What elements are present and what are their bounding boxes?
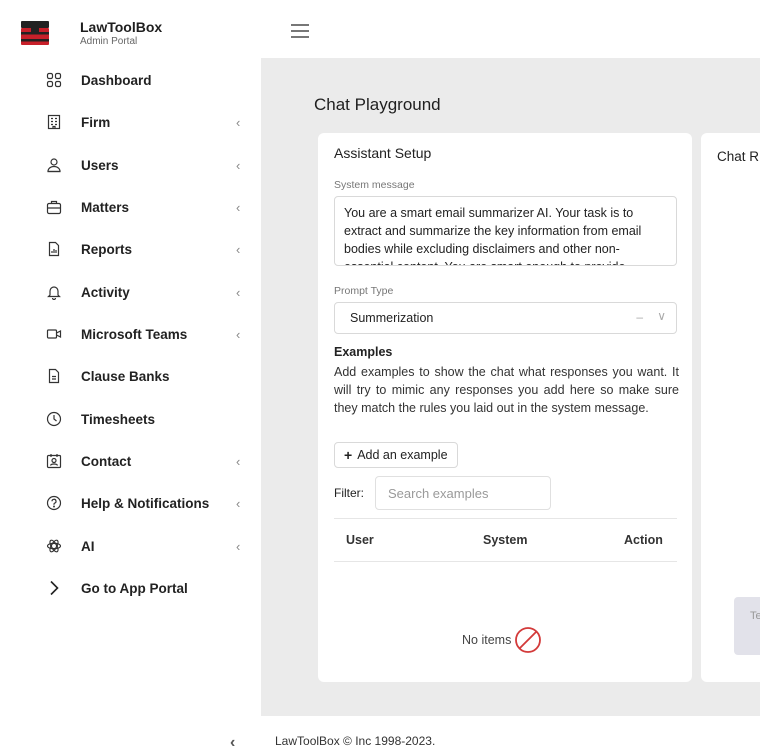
sidebar-item-label: Contact bbox=[81, 453, 132, 469]
examples-description: Add examples to show the chat what respo… bbox=[334, 365, 679, 415]
sidebar-item-label: Activity bbox=[81, 284, 130, 300]
sidebar-item-microsoft-teams[interactable]: Microsoft Teams ‹ bbox=[0, 316, 261, 352]
video-icon bbox=[46, 326, 62, 342]
empty-state: No items bbox=[462, 626, 542, 654]
chevron-left-icon: ‹ bbox=[236, 114, 241, 130]
sidebar-item-label: Dashboard bbox=[81, 72, 152, 88]
footer-copyright: LawToolBox © Inc 1998-2023. bbox=[275, 734, 436, 748]
toolbox-logo-icon bbox=[21, 21, 49, 45]
sidebar-item-help-notifications[interactable]: Help & Notifications ‹ bbox=[0, 485, 261, 521]
contact-card-icon bbox=[46, 453, 62, 469]
sidebar-item-dashboard[interactable]: Dashboard bbox=[0, 62, 261, 98]
column-header-system[interactable]: System bbox=[483, 533, 527, 547]
main-content: Chat Playground Assistant Setup System m… bbox=[261, 58, 760, 716]
sidebar: LawToolBox Admin Portal Dashboard Firm ‹… bbox=[0, 0, 261, 754]
chevron-left-icon: ‹ bbox=[236, 495, 241, 511]
page-title: Chat Playground bbox=[314, 95, 441, 114]
brand[interactable]: LawToolBox Admin Portal bbox=[20, 13, 162, 53]
column-header-user[interactable]: User bbox=[346, 533, 374, 547]
chat-result-title: Chat R bbox=[717, 149, 760, 164]
prompt-type-label: Prompt Type bbox=[334, 285, 394, 297]
chat-result-card: Chat R Te bbox=[701, 133, 760, 682]
system-message-textarea[interactable]: You are a smart email summarizer AI. You… bbox=[334, 196, 677, 266]
search-examples-input[interactable] bbox=[375, 476, 551, 510]
hamburger-menu-icon[interactable] bbox=[291, 24, 309, 38]
column-header-action[interactable]: Action bbox=[624, 533, 663, 547]
prompt-type-value: Summerization bbox=[350, 311, 434, 325]
chevron-left-icon: ‹ bbox=[236, 157, 241, 173]
sidebar-item-label: Reports bbox=[81, 241, 133, 257]
sidebar-item-label: Firm bbox=[81, 114, 111, 130]
top-bar bbox=[261, 0, 760, 58]
no-items-icon bbox=[515, 627, 542, 653]
sidebar-item-clause-banks[interactable]: Clause Banks bbox=[0, 358, 261, 394]
sidebar-item-label: Microsoft Teams bbox=[81, 326, 188, 342]
chevron-left-icon: ‹ bbox=[236, 453, 241, 469]
sidebar-item-matters[interactable]: Matters ‹ bbox=[0, 189, 261, 225]
briefcase-icon bbox=[46, 199, 62, 215]
sidebar-item-go-to-app-portal[interactable]: Go to App Portal bbox=[0, 570, 261, 606]
assistant-setup-card: Assistant Setup System message You are a… bbox=[318, 133, 692, 682]
empty-state-text: No items bbox=[462, 633, 512, 647]
sidebar-item-label: AI bbox=[81, 538, 95, 554]
sidebar-item-label: Timesheets bbox=[81, 411, 156, 427]
sidebar-item-label: Clause Banks bbox=[81, 368, 170, 384]
filter-label: Filter: bbox=[334, 486, 364, 500]
system-message-label: System message bbox=[334, 179, 415, 191]
users-icon bbox=[46, 157, 62, 173]
chevron-left-icon: ‹ bbox=[236, 284, 241, 300]
report-icon bbox=[46, 241, 62, 257]
sidebar-item-timesheets[interactable]: Timesheets bbox=[0, 401, 261, 437]
clock-icon bbox=[46, 411, 62, 427]
chevron-right-icon bbox=[46, 580, 62, 596]
chevron-left-icon: ‹ bbox=[236, 538, 241, 554]
plus-icon: + bbox=[344, 447, 353, 463]
add-example-button[interactable]: + Add an example bbox=[334, 442, 458, 468]
dashboard-icon bbox=[46, 72, 62, 88]
sidebar-collapse-button[interactable]: ‹ bbox=[230, 734, 235, 752]
bell-icon bbox=[46, 284, 62, 300]
brand-name: LawToolBox bbox=[80, 18, 163, 35]
sidebar-item-reports[interactable]: Reports ‹ bbox=[0, 231, 261, 267]
sidebar-item-firm[interactable]: Firm ‹ bbox=[0, 104, 261, 140]
examples-table-header: User System Action bbox=[334, 518, 677, 562]
chevron-down-icon: ∨ bbox=[657, 309, 666, 323]
sidebar-item-activity[interactable]: Activity ‹ bbox=[0, 274, 261, 310]
ai-icon bbox=[46, 538, 62, 554]
chat-result-button[interactable]: Te bbox=[734, 597, 760, 655]
sidebar-item-ai[interactable]: AI ‹ bbox=[0, 528, 261, 564]
sidebar-item-label: Go to App Portal bbox=[81, 580, 188, 596]
help-icon bbox=[46, 495, 62, 511]
examples-title: Examples bbox=[334, 345, 393, 359]
sidebar-item-label: Help & Notifications bbox=[81, 495, 210, 511]
assistant-setup-title: Assistant Setup bbox=[334, 145, 432, 161]
sidebar-item-label: Matters bbox=[81, 199, 130, 215]
add-example-label: Add an example bbox=[357, 448, 448, 462]
prompt-type-select[interactable]: Summerization – ∨ bbox=[334, 302, 677, 334]
chevron-left-icon: ‹ bbox=[236, 326, 241, 342]
brand-subtitle: Admin Portal bbox=[80, 35, 138, 47]
chevron-left-icon: ‹ bbox=[236, 241, 241, 257]
footer: LawToolBox © Inc 1998-2023. bbox=[261, 716, 760, 754]
sidebar-item-contact[interactable]: Contact ‹ bbox=[0, 443, 261, 479]
document-icon bbox=[46, 368, 62, 384]
building-icon bbox=[46, 114, 62, 130]
sidebar-item-label: Users bbox=[81, 157, 119, 173]
clear-icon[interactable]: – bbox=[636, 310, 643, 324]
sidebar-item-users[interactable]: Users ‹ bbox=[0, 147, 261, 183]
chevron-left-icon: ‹ bbox=[236, 199, 241, 215]
